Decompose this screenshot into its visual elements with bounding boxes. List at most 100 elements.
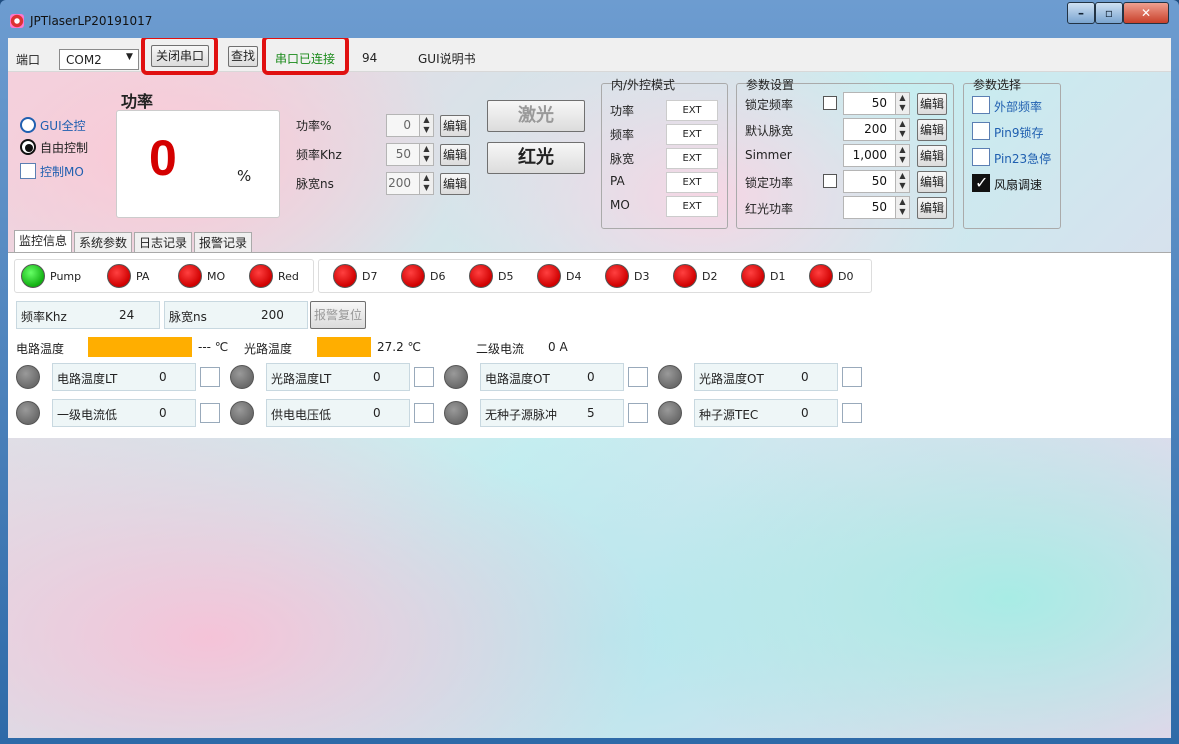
param-lock-checkbox[interactable] bbox=[823, 96, 837, 110]
alarm-checkbox[interactable] bbox=[200, 403, 220, 423]
port-select[interactable]: COM2 ▼ bbox=[59, 49, 139, 70]
alarm-checkbox[interactable] bbox=[842, 403, 862, 423]
close-port-button[interactable]: 关闭串口 bbox=[151, 45, 209, 67]
maximize-icon[interactable]: ▫ bbox=[1095, 2, 1123, 24]
alarm-checkbox[interactable] bbox=[842, 367, 862, 387]
alarm-checkbox[interactable] bbox=[628, 403, 648, 423]
alarm-box: 电路温度OT 0 bbox=[480, 363, 624, 391]
power-param-input[interactable]: 50 ▲ ▼ bbox=[386, 143, 434, 166]
param-setting-label: 红光功率 bbox=[745, 202, 794, 216]
alarm-box: 种子源TEC 0 bbox=[694, 399, 838, 427]
radio-free-control-label: 自由控制 bbox=[40, 141, 89, 155]
alarm-checkbox[interactable] bbox=[628, 367, 648, 387]
alarm-label: 电路温度LT bbox=[57, 372, 118, 386]
power-param-value: 50 bbox=[395, 147, 411, 161]
spin-icon[interactable]: ▲ ▼ bbox=[419, 173, 433, 194]
alarm-indicator bbox=[444, 401, 468, 425]
digital-led bbox=[605, 264, 629, 288]
secondary-current-value: 0 A bbox=[548, 340, 568, 354]
tab-1[interactable]: 监控信息 bbox=[14, 230, 72, 253]
power-param-input[interactable]: 200 ▲ ▼ bbox=[386, 172, 434, 195]
tab-4[interactable]: 报警记录 bbox=[194, 232, 252, 253]
alarm-reset-button[interactable]: 报警复位 bbox=[310, 301, 366, 329]
freq-value: 24 bbox=[119, 308, 135, 322]
power-params: 功率% 0 ▲ ▼ 编辑 频率Khz 50 ▲ ▼ 编辑 脉宽ns 200 ▲ ▼ 编辑 bbox=[288, 114, 478, 214]
radio-free-control[interactable] bbox=[20, 139, 36, 155]
param-setting-input[interactable]: 50 ▲ ▼ bbox=[843, 170, 910, 193]
power-param-edit-button[interactable]: 编辑 bbox=[440, 144, 470, 166]
param-select-label: 风扇调速 bbox=[994, 178, 1043, 192]
param-setting-input[interactable]: 1,000 ▲ ▼ bbox=[843, 144, 910, 167]
power-param-input[interactable]: 0 ▲ ▼ bbox=[386, 114, 434, 137]
inner-outer-mode-title: 内/外控模式 bbox=[611, 78, 676, 92]
alarm-checkbox[interactable] bbox=[414, 403, 434, 423]
spin-icon[interactable]: ▲ ▼ bbox=[895, 171, 909, 192]
spin-icon[interactable]: ▲ ▼ bbox=[895, 119, 909, 140]
param-setting-edit-button[interactable]: 编辑 bbox=[917, 145, 947, 167]
alarm-checkbox[interactable] bbox=[414, 367, 434, 387]
param-select-checkbox[interactable] bbox=[972, 122, 990, 140]
param-select-checkbox[interactable] bbox=[972, 173, 990, 192]
param-setting-input[interactable]: 50 ▲ ▼ bbox=[843, 92, 910, 115]
param-setting-edit-button[interactable]: 编辑 bbox=[917, 119, 947, 141]
digital-led bbox=[537, 264, 561, 288]
param-setting-input[interactable]: 200 ▲ ▼ bbox=[843, 118, 910, 141]
red-light-button[interactable]: 红光 bbox=[487, 142, 585, 174]
param-select-checkbox[interactable] bbox=[972, 148, 990, 166]
control-mode-group: GUI全控 自由控制 控制MO bbox=[20, 113, 120, 203]
alarm-box: 光路温度LT 0 bbox=[266, 363, 410, 391]
power-value: 0 bbox=[149, 130, 177, 186]
alarm-grid: 电路温度LT 0 光路温度LT 0 电路温度OT 0 光路温度OT 0 一级电流低 0 供电电压低 0… bbox=[16, 363, 876, 433]
tab-2[interactable]: 系统参数 bbox=[74, 232, 132, 253]
status-led bbox=[249, 264, 273, 288]
circuit-temp-value: --- ℃ bbox=[198, 340, 229, 354]
power-param-label: 功率% bbox=[296, 119, 332, 133]
param-setting-label: 锁定功率 bbox=[745, 176, 794, 190]
alarm-count: 0 bbox=[373, 370, 381, 384]
io-mode-value[interactable]: EXT bbox=[666, 124, 718, 145]
alarm-indicator bbox=[16, 401, 40, 425]
power-param-value: 0 bbox=[403, 118, 411, 132]
tab-3[interactable]: 日志记录 bbox=[134, 232, 192, 253]
alarm-checkbox[interactable] bbox=[200, 367, 220, 387]
power-param-edit-button[interactable]: 编辑 bbox=[440, 115, 470, 137]
freq-label: 频率Khz bbox=[21, 310, 67, 324]
spin-icon[interactable]: ▲ ▼ bbox=[895, 197, 909, 218]
minimize-icon[interactable]: – bbox=[1067, 2, 1095, 24]
param-setting-input[interactable]: 50 ▲ ▼ bbox=[843, 196, 910, 219]
param-setting-edit-button[interactable]: 编辑 bbox=[917, 171, 947, 193]
digital-led-label: D3 bbox=[634, 270, 650, 283]
alarm-box: 电路温度LT 0 bbox=[52, 363, 196, 391]
status-leds: Pump PA MO Red bbox=[14, 259, 314, 293]
spin-icon[interactable]: ▲ ▼ bbox=[419, 115, 433, 136]
param-setting-edit-button[interactable]: 编辑 bbox=[917, 197, 947, 219]
radio-gui-full[interactable] bbox=[20, 117, 36, 133]
gui-manual-link[interactable]: GUI说明书 bbox=[418, 50, 476, 67]
param-lock-checkbox[interactable] bbox=[823, 174, 837, 188]
alarm-count: 0 bbox=[587, 370, 595, 384]
power-unit: % bbox=[237, 167, 252, 185]
param-select-checkbox[interactable] bbox=[972, 96, 990, 114]
io-mode-value[interactable]: EXT bbox=[666, 100, 718, 121]
laser-button[interactable]: 激光 bbox=[487, 100, 585, 132]
io-mode-value[interactable]: EXT bbox=[666, 148, 718, 169]
alarm-indicator bbox=[444, 365, 468, 389]
control-mo-checkbox[interactable] bbox=[20, 163, 36, 179]
status-led-label: MO bbox=[207, 270, 226, 283]
param-select-rows: 外部频率 Pin9锁存 Pin23急停风扇调速 bbox=[972, 96, 1062, 226]
param-setting-edit-button[interactable]: 编辑 bbox=[917, 93, 947, 115]
alarm-count: 0 bbox=[373, 406, 381, 420]
alarm-label: 光路温度LT bbox=[271, 372, 332, 386]
io-mode-value[interactable]: EXT bbox=[666, 196, 718, 217]
find-button[interactable]: 查找 bbox=[228, 46, 258, 67]
io-mode-value[interactable]: EXT bbox=[666, 172, 718, 193]
power-param-edit-button[interactable]: 编辑 bbox=[440, 173, 470, 195]
port-select-value: COM2 bbox=[66, 53, 102, 67]
spin-icon[interactable]: ▲ ▼ bbox=[895, 145, 909, 166]
close-icon[interactable]: ✕ bbox=[1123, 2, 1169, 24]
spin-icon[interactable]: ▲ ▼ bbox=[895, 93, 909, 114]
param-setting-label: 默认脉宽 bbox=[745, 124, 794, 138]
spin-icon[interactable]: ▲ ▼ bbox=[419, 144, 433, 165]
digital-led bbox=[401, 264, 425, 288]
param-select-title: 参数选择 bbox=[973, 78, 1022, 92]
